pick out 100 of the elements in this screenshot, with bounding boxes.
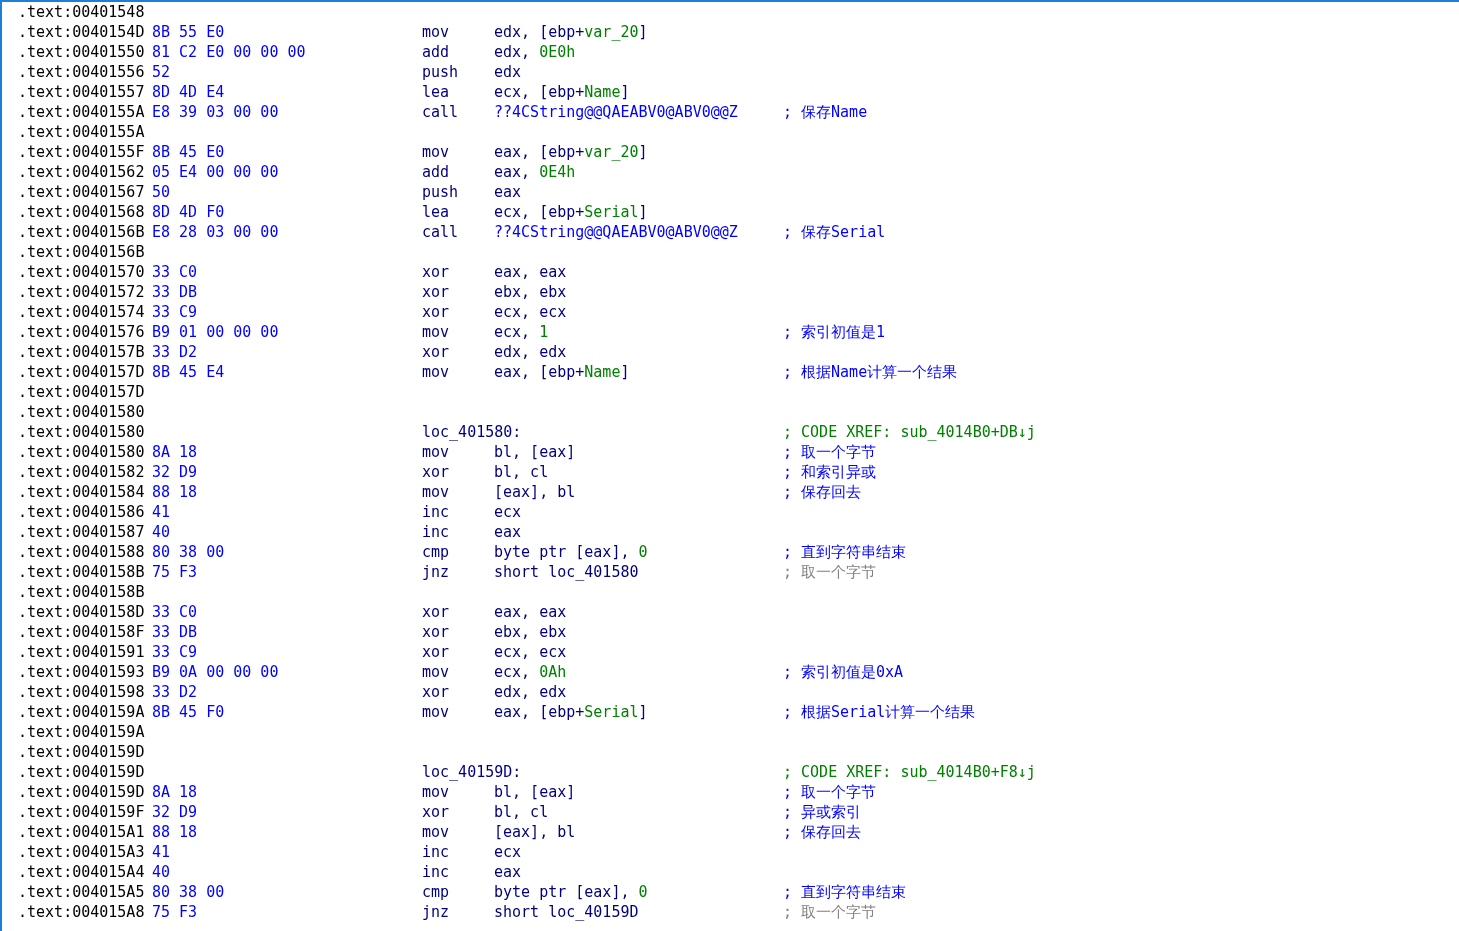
address-text: .text:0040158F <box>18 622 146 642</box>
opcode-bytes: 8B 45 E4 <box>152 362 226 382</box>
opcode-bytes: 32 D9 <box>152 462 199 482</box>
address-text: .text:00401586 <box>18 502 146 522</box>
instruction-operands: byte ptr [eax], 0 <box>494 882 649 902</box>
instruction-operands: short loc_40159D <box>494 902 640 922</box>
address-text: .text:00401548 <box>18 2 146 22</box>
address-text: .text:0040156B <box>18 242 146 262</box>
code-comment: ; 索引初值是1 <box>783 322 887 342</box>
instruction-mnemonic: inc <box>422 862 451 882</box>
code-comment: ; 和索引异或 <box>783 462 878 482</box>
instruction-operands: ecx, [ebp+Name] <box>494 82 631 102</box>
opcode-bytes: 8A 18 <box>152 442 199 462</box>
instruction-operands: bl, cl <box>494 802 550 822</box>
address-text: .text:00401587 <box>18 522 146 542</box>
code-comment: ; 保存Name <box>783 102 869 122</box>
instruction-operands: ecx, 1 <box>494 322 550 342</box>
instruction-mnemonic: cmp <box>422 882 451 902</box>
instruction-mnemonic: xor <box>422 602 451 622</box>
instruction-mnemonic: xor <box>422 342 451 362</box>
opcode-bytes: 8B 45 F0 <box>152 702 226 722</box>
address-text: .text:004015A5 <box>18 882 146 902</box>
address-text: .text:0040158D <box>18 602 146 622</box>
opcode-bytes: 33 D2 <box>152 342 199 362</box>
address-text: .text:0040158B <box>18 562 146 582</box>
opcode-bytes: 8A 18 <box>152 782 199 802</box>
code-label: loc_40159D: <box>422 762 523 782</box>
opcode-bytes: B9 01 00 00 00 <box>152 322 280 342</box>
instruction-operands: eax, eax <box>494 602 568 622</box>
opcode-bytes: 32 D9 <box>152 802 199 822</box>
address-text: .text:00401574 <box>18 302 146 322</box>
instruction-operands: short loc_401580 <box>494 562 640 582</box>
address-text: .text:00401567 <box>18 182 146 202</box>
code-comment: ; 取一个字节 <box>783 902 878 922</box>
instruction-operands: edx, [ebp+var_20] <box>494 22 649 42</box>
address-text: .text:00401550 <box>18 42 146 62</box>
instruction-mnemonic: jnz <box>422 902 451 922</box>
address-text: .text:0040159D <box>18 762 146 782</box>
address-text: .text:0040159D <box>18 782 146 802</box>
address-text: .text:00401562 <box>18 162 146 182</box>
instruction-operands: edx <box>494 62 523 82</box>
instruction-mnemonic: call <box>422 102 460 122</box>
code-comment: ; 保存Serial <box>783 222 887 242</box>
code-comment: ; 直到字符串结束 <box>783 542 908 562</box>
opcode-bytes: 50 <box>152 182 172 202</box>
opcode-bytes: 33 C9 <box>152 642 199 662</box>
opcode-bytes: 8D 4D F0 <box>152 202 226 222</box>
instruction-operands: eax <box>494 862 523 882</box>
address-text: .text:00401570 <box>18 262 146 282</box>
address-text: .text:0040155A <box>18 122 146 142</box>
instruction-operands: bl, [eax] <box>494 442 577 462</box>
instruction-mnemonic: lea <box>422 82 451 102</box>
address-text: .text:004015A3 <box>18 842 146 862</box>
address-text: .text:00401582 <box>18 462 146 482</box>
address-text: .text:00401580 <box>18 402 146 422</box>
opcode-bytes: 41 <box>152 502 172 522</box>
instruction-mnemonic: mov <box>422 22 451 42</box>
opcode-bytes: 80 38 00 <box>152 882 226 902</box>
address-text: .text:0040157B <box>18 342 146 362</box>
instruction-mnemonic: inc <box>422 522 451 542</box>
instruction-mnemonic: mov <box>422 822 451 842</box>
address-text: .text:004015A8 <box>18 902 146 922</box>
opcode-bytes: 88 18 <box>152 482 199 502</box>
instruction-operands: ecx, ecx <box>494 302 568 322</box>
instruction-mnemonic: xor <box>422 262 451 282</box>
code-comment: ; CODE XREF: sub_4014B0+F8↓j <box>783 762 1037 782</box>
opcode-bytes: 52 <box>152 62 172 82</box>
instruction-operands: ebx, ebx <box>494 622 568 642</box>
opcode-bytes: 33 DB <box>152 282 199 302</box>
instruction-operands: ecx, [ebp+Serial] <box>494 202 649 222</box>
opcode-bytes: 8D 4D E4 <box>152 82 226 102</box>
instruction-operands: [eax], bl <box>494 482 577 502</box>
instruction-mnemonic: xor <box>422 642 451 662</box>
opcode-bytes: 33 C0 <box>152 602 199 622</box>
code-comment: ; 取一个字节 <box>783 442 878 462</box>
code-comment: ; 根据Serial计算一个结果 <box>783 702 977 722</box>
instruction-operands: ecx <box>494 502 523 522</box>
address-text: .text:0040157D <box>18 382 146 402</box>
address-text: .text:00401591 <box>18 642 146 662</box>
instruction-operands: ??4CString@@QAEABV0@ABV0@@Z <box>494 222 739 242</box>
address-text: .text:00401598 <box>18 682 146 702</box>
opcode-bytes: 75 F3 <box>152 902 199 922</box>
instruction-operands: edx, edx <box>494 342 568 362</box>
instruction-operands: byte ptr [eax], 0 <box>494 542 649 562</box>
opcode-bytes: 75 F3 <box>152 562 199 582</box>
instruction-operands: eax, [ebp+Name] <box>494 362 631 382</box>
instruction-operands: bl, cl <box>494 462 550 482</box>
instruction-mnemonic: mov <box>422 782 451 802</box>
instruction-mnemonic: jnz <box>422 562 451 582</box>
opcode-bytes: 40 <box>152 522 172 542</box>
address-text: .text:00401584 <box>18 482 146 502</box>
opcode-bytes: 33 C0 <box>152 262 199 282</box>
instruction-mnemonic: cmp <box>422 542 451 562</box>
code-comment: ; 直到字符串结束 <box>783 882 908 902</box>
instruction-mnemonic: mov <box>422 322 451 342</box>
code-comment: ; 异或索引 <box>783 802 863 822</box>
instruction-mnemonic: xor <box>422 462 451 482</box>
opcode-bytes: 41 <box>152 842 172 862</box>
instruction-operands: eax <box>494 182 523 202</box>
instruction-mnemonic: call <box>422 222 460 242</box>
